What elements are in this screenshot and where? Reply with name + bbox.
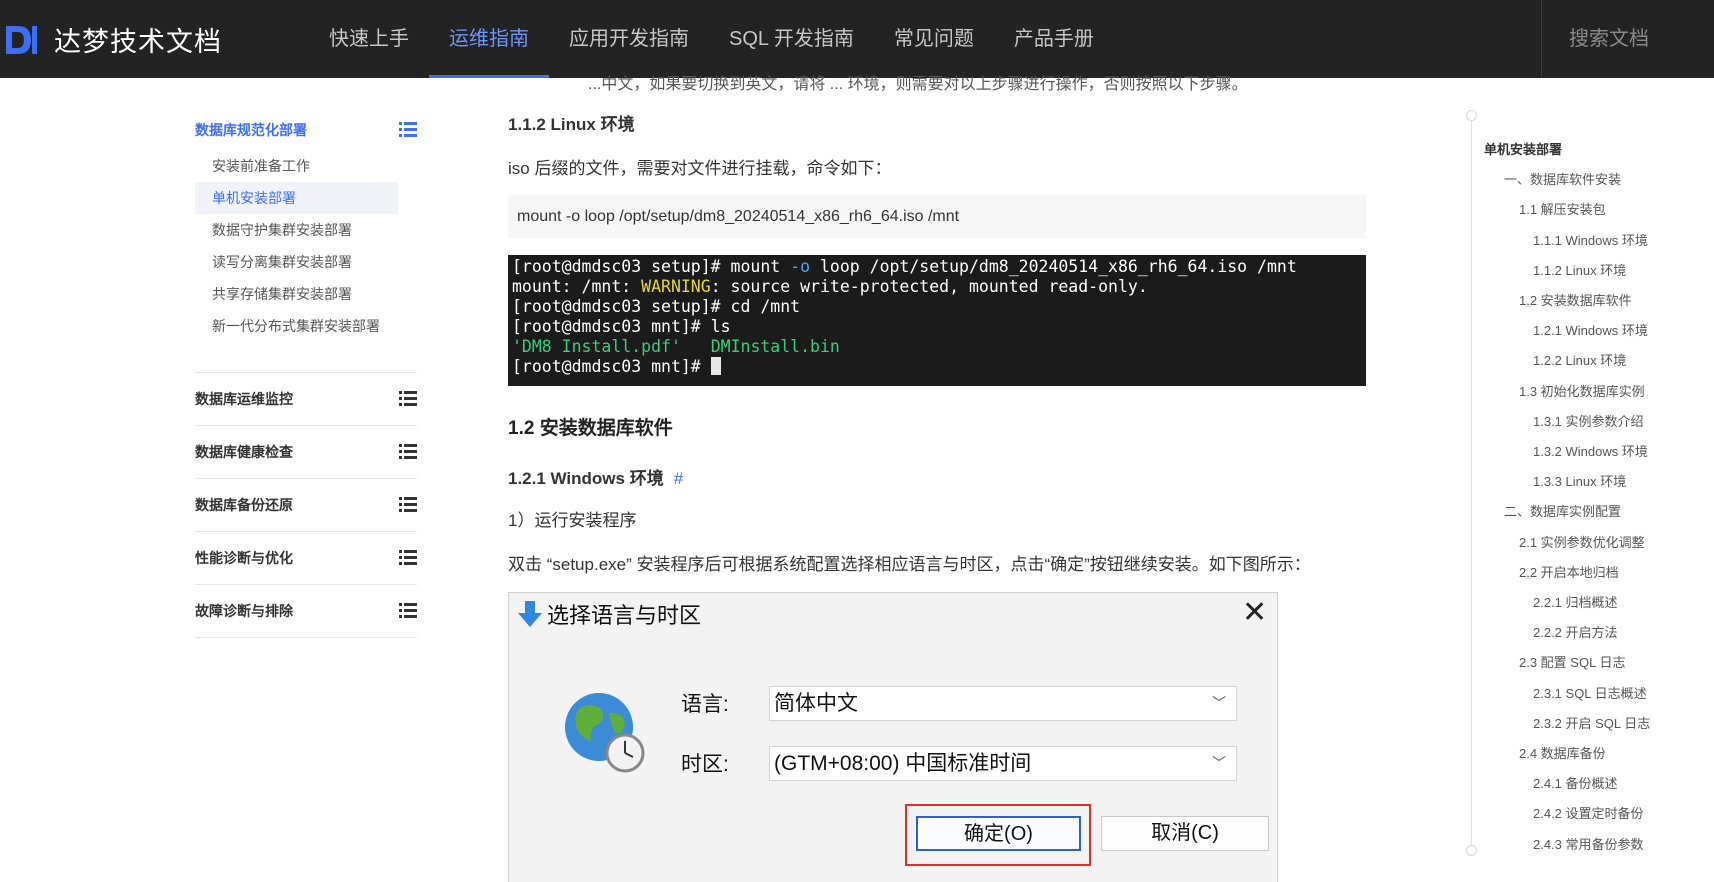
toc-item[interactable]: 2.1 实例参数优化调整 — [1519, 532, 1645, 551]
language-timezone-dialog-image: 选择语言与时区 ✕ 语言: 简体中文 ﹀ 时区: (GTM+08:00) 中国标… — [508, 592, 1278, 882]
search-input[interactable]: 搜索文档 — [1541, 0, 1714, 78]
nav-item-quickstart[interactable]: 快速上手 — [309, 0, 429, 78]
sidebar-group-label: 数据库运维监控 — [195, 391, 293, 407]
toc-item[interactable]: 2.4.3 常用备份参数 — [1533, 834, 1644, 853]
sidebar-group-monitor[interactable]: 数据库运维监控 — [195, 373, 417, 426]
language-select[interactable]: 简体中文 ﹀ — [769, 686, 1237, 721]
toc-item[interactable]: 2.2.1 归档概述 — [1533, 592, 1618, 611]
paragraph-iso: iso 后缀的文件，需要对文件进行挂载，命令如下： — [508, 159, 892, 178]
sidebar-group-label: 故障诊断与排除 — [195, 603, 293, 619]
toc-item[interactable]: 1.1.1 Windows 环境 — [1533, 230, 1648, 249]
nav-item-faq[interactable]: 常见问题 — [874, 0, 994, 78]
dameng-logo-icon — [6, 25, 37, 54]
brand[interactable]: 达梦技术文档 — [4, 20, 222, 59]
ok-button[interactable]: 确定(O) — [916, 816, 1081, 851]
main-nav: 快速上手 运维指南 应用开发指南 SQL 开发指南 常见问题 产品手册 — [309, 0, 1114, 78]
sidebar-group-perf[interactable]: 性能诊断与优化 — [195, 532, 417, 585]
toc-item[interactable]: 1.1 解压安装包 — [1519, 199, 1606, 218]
toc-item[interactable]: 2.3.1 SQL 日志概述 — [1533, 683, 1647, 702]
list-icon[interactable] — [399, 122, 417, 138]
sidebar-item-distributed[interactable]: 新一代分布式集群安装部署 — [195, 310, 398, 342]
list-icon[interactable] — [399, 497, 417, 513]
toc-bottom-dot — [1466, 845, 1477, 856]
toc-item[interactable]: 1.2.2 Linux 环境 — [1533, 350, 1626, 369]
dialog-title: 选择语言与时区 — [547, 603, 702, 628]
nav-item-app-dev[interactable]: 应用开发指南 — [549, 0, 709, 78]
language-label: 语言: — [681, 693, 729, 716]
toc-item[interactable]: 2.4.1 备份概述 — [1533, 773, 1618, 792]
cancel-button[interactable]: 取消(C) — [1101, 816, 1269, 851]
sidebar-group-label: 性能诊断与优化 — [195, 550, 293, 566]
close-icon[interactable]: ✕ — [1242, 596, 1267, 630]
sidebar-item-single-deploy[interactable]: 单机安装部署 — [195, 182, 398, 214]
sidebar-group-label: 数据库备份还原 — [195, 497, 293, 513]
paragraph-desc: 双击 “setup.exe” 安装程序后可根据系统配置选择相应语言与时区，点击“… — [508, 555, 1311, 574]
brand-title: 达梦技术文档 — [54, 27, 222, 57]
sidebar-group-deploy: 数据库规范化部署 安装前准备工作 单机安装部署 数据守护集群安装部署 读写分离集… — [195, 110, 417, 373]
list-icon[interactable] — [399, 391, 417, 407]
nav-item-ops-guide[interactable]: 运维指南 — [429, 0, 549, 78]
toc-item[interactable]: 2.4.2 设置定时备份 — [1533, 803, 1644, 822]
toc-item[interactable]: 一、数据库软件安装 — [1504, 169, 1621, 188]
code-block-mount: mount -o loop /opt/setup/dm8_20240514_x8… — [508, 195, 1366, 238]
terminal-screenshot: [root@dmdsc03 setup]# mount -o loop /opt… — [508, 255, 1366, 386]
sidebar-group-label: 数据库规范化部署 — [195, 122, 307, 138]
nav-item-manual[interactable]: 产品手册 — [994, 0, 1114, 78]
toc-top-dot — [1466, 110, 1477, 121]
sidebar-item-shared-storage[interactable]: 共享存储集群安装部署 — [195, 278, 398, 310]
sidebar-group-health[interactable]: 数据库健康检查 — [195, 426, 417, 479]
toc-item[interactable]: 2.2 开启本地归档 — [1519, 562, 1619, 581]
toc-item[interactable]: 二、数据库实例配置 — [1504, 501, 1621, 520]
toc-item[interactable]: 2.2.2 开启方法 — [1533, 622, 1618, 641]
timezone-select[interactable]: (GTM+08:00) 中国标准时间 ﹀ — [769, 746, 1237, 781]
globe-clock-icon — [565, 693, 645, 773]
heading-install-software: 1.2 安装数据库软件 — [508, 418, 673, 439]
toc-item[interactable]: 2.4 数据库备份 — [1519, 743, 1606, 762]
sidebar-item-rw-split[interactable]: 读写分离集群安装部署 — [195, 246, 398, 278]
toc-item[interactable]: 1.2 安装数据库软件 — [1519, 290, 1632, 309]
timezone-label: 时区: — [681, 753, 729, 776]
sidebar-group-head-deploy[interactable]: 数据库规范化部署 — [195, 110, 417, 150]
left-sidebar: 数据库规范化部署 安装前准备工作 单机安装部署 数据守护集群安装部署 读写分离集… — [195, 110, 417, 638]
toc-rail — [1471, 114, 1472, 852]
toc-item[interactable]: 1.2.1 Windows 环境 — [1533, 320, 1648, 339]
list-icon[interactable] — [399, 603, 417, 619]
chevron-down-icon: ﹀ — [1212, 695, 1226, 711]
sidebar-group-troubleshoot[interactable]: 故障诊断与排除 — [195, 585, 417, 638]
terminal-cursor — [710, 357, 721, 375]
toc-item[interactable]: 2.3 配置 SQL 日志 — [1519, 652, 1625, 671]
toc-item[interactable]: 1.3.1 实例参数介绍 — [1533, 411, 1644, 430]
sidebar-group-backup[interactable]: 数据库备份还原 — [195, 479, 417, 532]
toc-item[interactable]: 单机安装部署 — [1484, 139, 1562, 158]
list-icon[interactable] — [399, 444, 417, 460]
heading-windows-env: 1.2.1 Windows 环境 # — [508, 469, 684, 488]
sidebar-group-label: 数据库健康检查 — [195, 444, 293, 460]
toc-item[interactable]: 1.1.2 Linux 环境 — [1533, 260, 1626, 279]
heading-linux-env: 1.1.2 Linux 环境 — [508, 115, 635, 134]
top-navbar: 达梦技术文档 快速上手 运维指南 应用开发指南 SQL 开发指南 常见问题 产品… — [0, 0, 1714, 78]
list-icon[interactable] — [399, 550, 417, 566]
clipped-text: ...中文，如果要切换到英文，请将 ... 环境，则需要对以上步骤进行操作，否则… — [588, 76, 1248, 93]
toc-item[interactable]: 2.3.2 开启 SQL 日志 — [1533, 713, 1650, 732]
table-of-contents: 单机安装部署一、数据库软件安装 1.1 解压安装包 1.1.1 Windows 环境… — [1466, 110, 1714, 856]
nav-item-sql-dev[interactable]: SQL 开发指南 — [709, 0, 874, 78]
toc-item[interactable]: 1.3 初始化数据库实例 — [1519, 381, 1645, 400]
toc-item[interactable]: 1.3.2 Windows 环境 — [1533, 441, 1648, 460]
chevron-down-icon: ﹀ — [1212, 755, 1226, 771]
toc-item[interactable]: 1.3.3 Linux 环境 — [1533, 471, 1626, 490]
paragraph-step: 1）运行安装程序 — [508, 511, 637, 530]
down-arrow-icon — [518, 601, 542, 627]
sidebar-item-dataguard[interactable]: 数据守护集群安装部署 — [195, 214, 398, 246]
sidebar-item-pre-install[interactable]: 安装前准备工作 — [195, 150, 398, 182]
anchor-link[interactable]: # — [674, 469, 683, 488]
